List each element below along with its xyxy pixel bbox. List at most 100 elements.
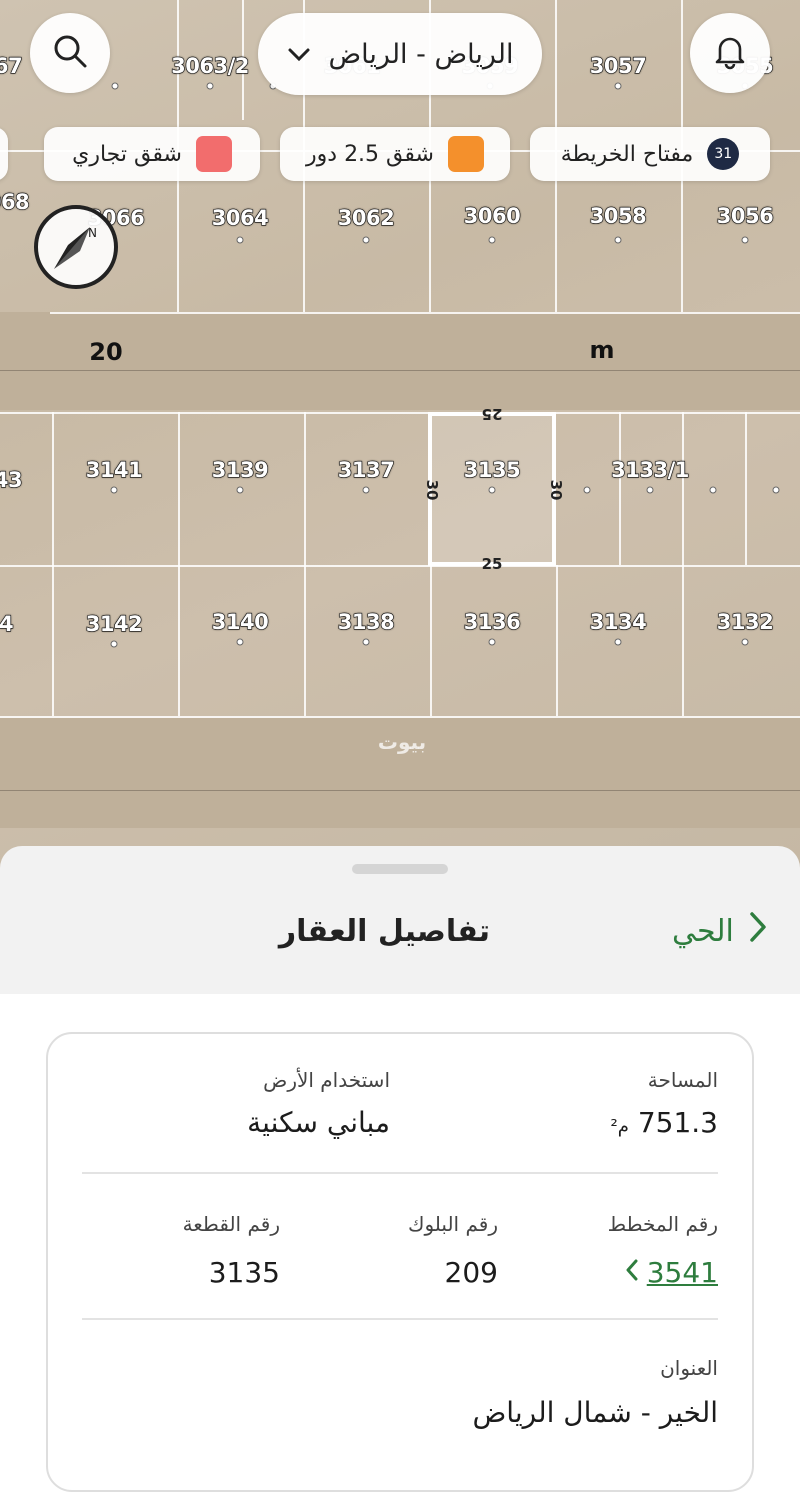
plot-label[interactable]: 3139 [211,457,269,482]
property-details-sheet: تفاصيل العقار الحي المساحة 751.3 م² استخ… [0,846,800,1492]
road-edge [0,370,800,371]
plot-label[interactable]: 43 [0,467,23,492]
plot-boundary [430,565,432,716]
plot-marker [236,486,244,494]
compass-icon[interactable]: N [32,203,120,291]
sheet-body: المساحة 751.3 م² استخدام الأرض مباني سكن… [0,994,800,1492]
plot-number-label: رقم القطعة [182,1212,280,1236]
plot-boundary [0,565,800,567]
plot-marker [741,638,749,646]
map-key-badge: 31 [707,138,740,170]
road-unit-label: m [589,336,615,364]
search-icon [51,32,89,74]
legend-swatch [195,136,232,172]
plot-marker [646,486,654,494]
svg-text:N: N [88,226,97,240]
plot-marker [111,82,119,90]
plot-label[interactable]: 3141 [85,457,143,482]
plot-dimension-top: 25 [481,405,503,423]
plot-label[interactable]: 3135 [463,457,521,482]
area-label: المساحة [647,1068,718,1092]
plot-marker [362,486,370,494]
map-key-button[interactable]: مفتاح الخريطة 31 [530,127,770,181]
plot-marker [614,82,622,90]
plot-label[interactable]: 3140 [211,609,269,634]
plot-boundary [682,565,684,716]
plot-number-value: 3135 [208,1256,280,1289]
plot-boundary [50,312,800,314]
land-use-value: مباني سكنية [247,1106,390,1139]
plan-number-value: 3541 [646,1256,718,1289]
notifications-button[interactable] [690,13,770,93]
area-value: 751.3 م² [611,1106,718,1139]
plot-marker [236,638,244,646]
card-divider [82,1318,718,1320]
plot-boundary [178,412,180,716]
plot-marker [206,82,214,90]
plot-dimension-left: 30 [423,479,441,501]
sheet-title: تفاصيل العقار [278,914,490,949]
plot-label[interactable]: 3136 [463,609,521,634]
legend-item-partial[interactable] [0,127,8,181]
plot-label[interactable]: 3138 [337,609,395,634]
plan-number-link[interactable]: 3541 [625,1256,718,1289]
plot-marker [488,638,496,646]
plot-label[interactable]: 67 [0,53,23,78]
plot-label[interactable]: 3057 [589,53,647,78]
block-number-value: 209 [444,1256,498,1289]
area-unit: م² [610,1116,629,1137]
plot-marker [488,236,496,244]
plot-dimension-right: 30 [547,479,565,501]
city-selector[interactable]: الرياض - الرياض [258,13,542,95]
plot-label[interactable]: 3133/1 [611,457,690,482]
plot-marker [709,486,717,494]
plot-marker [236,236,244,244]
bell-icon [710,31,750,75]
city-selector-label: الرياض - الرياض [328,38,514,70]
area-number: 751.3 [637,1106,718,1139]
plot-marker [362,236,370,244]
district-link-label: الحي [672,913,734,949]
map-key-label: مفتاح الخريطة [560,141,694,167]
legend-item-label: شقق تجاري [72,141,182,167]
plot-label[interactable]: 3134 [589,609,647,634]
plot-boundary [619,412,621,565]
plot-label[interactable]: 4 [0,611,14,636]
legend-item-label: شقق 2.5 دور [306,141,434,167]
map-view[interactable]: 25 25 30 30 67 3063/2 3061 3059 3057 305… [0,0,800,880]
legend-item-apartments-2-5[interactable]: شقق 2.5 دور [280,127,510,181]
plot-label[interactable]: 068 [0,189,30,214]
plot-marker [772,486,780,494]
watermark-logo: بيوت [377,730,427,754]
plot-label[interactable]: 3064 [211,205,269,230]
plot-marker [614,236,622,244]
land-use-label: استخدام الأرض [263,1068,390,1092]
sheet-drag-handle[interactable] [352,864,448,874]
plot-label[interactable]: 3062 [337,205,395,230]
plot-label[interactable]: 3132 [716,609,774,634]
road-width-label: 20 [89,338,123,366]
plot-label[interactable]: 3056 [716,203,774,228]
address-value: الخير - شمال الرياض [472,1396,718,1429]
legend-swatch [447,136,484,172]
plot-label[interactable]: 3060 [463,203,521,228]
chevron-down-icon [287,39,311,70]
block-number-label: رقم البلوك [407,1212,498,1236]
plot-marker [362,638,370,646]
road-edge [0,790,800,791]
plot-marker [741,236,749,244]
property-details-card: المساحة 751.3 م² استخدام الأرض مباني سكن… [46,1032,754,1492]
plan-number-label: رقم المخطط [607,1212,718,1236]
plot-label[interactable]: 3058 [589,203,647,228]
plot-label[interactable]: 3063/2 [171,53,250,78]
plot-marker [614,638,622,646]
plot-label[interactable]: 3142 [85,611,143,636]
plot-boundary [0,716,800,718]
legend-item-commercial-apartments[interactable]: شقق تجاري [44,127,260,181]
plot-label[interactable]: 3137 [337,457,395,482]
plot-boundary [745,412,747,565]
plot-boundary [52,412,54,716]
district-link[interactable]: الحي [672,910,768,952]
search-button[interactable] [30,13,110,93]
plot-boundary [304,412,306,716]
